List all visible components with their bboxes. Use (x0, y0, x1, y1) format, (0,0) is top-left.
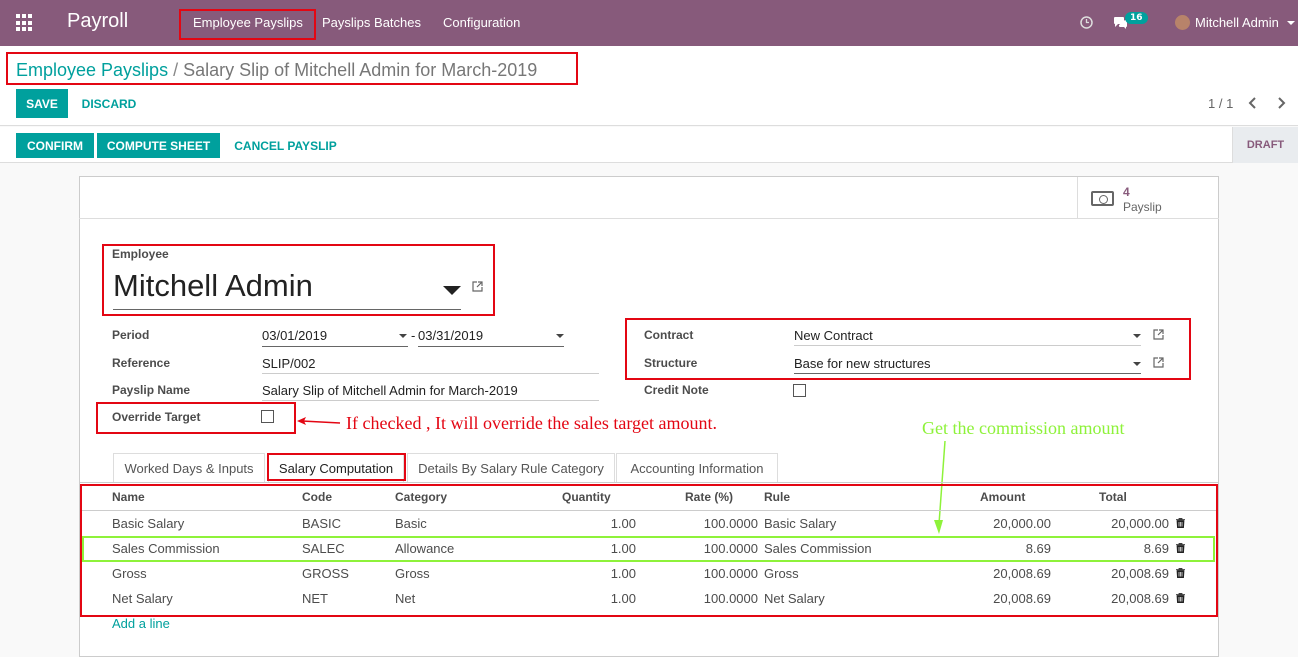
tab-worked-days[interactable]: Worked Days & Inputs (113, 453, 265, 483)
payslip-count: 4 (1123, 185, 1130, 199)
date-to-dropdown-icon[interactable] (556, 334, 564, 338)
reference-field[interactable]: SLIP/002 (262, 356, 316, 371)
date-to-field[interactable]: 03/31/2019 (418, 328, 483, 343)
app-title: Payroll (67, 10, 129, 32)
annotation-box-breadcrumb (6, 52, 578, 85)
message-count-badge: 16 (1125, 12, 1148, 24)
payslip-name-field[interactable]: Salary Slip of Mitchell Admin for March-… (262, 383, 518, 398)
money-icon (1091, 191, 1114, 206)
credit-note-checkbox[interactable] (793, 384, 806, 397)
annotation-box-contract (625, 318, 1191, 380)
annotation-box-table (80, 484, 1218, 617)
tab-details-by-category[interactable]: Details By Salary Rule Category (407, 453, 615, 483)
tabs-underline (80, 482, 1218, 483)
date-to-underline (418, 346, 564, 347)
payslip-name-label: Payslip Name (112, 383, 191, 397)
tab-accounting-information[interactable]: Accounting Information (616, 453, 778, 483)
activity-clock-icon[interactable] (1080, 16, 1093, 29)
date-from-field[interactable]: 03/01/2019 (262, 328, 327, 343)
annotation-box-tab (267, 453, 406, 481)
commission-annotation-text: Get the commission amount (922, 418, 1124, 439)
save-button[interactable]: SAVE (16, 89, 68, 118)
override-annotation-label: If checked , It will override the sales … (346, 413, 718, 433)
payslip-count-label: Payslip (1123, 200, 1162, 214)
state-draft: DRAFT (1232, 127, 1298, 163)
confirm-button[interactable]: CONFIRM (16, 133, 94, 158)
discard-button[interactable]: DISCARD (80, 89, 138, 118)
user-menu[interactable]: Mitchell Admin (1195, 15, 1279, 30)
annotation-arrow-left (297, 417, 341, 425)
cancel-payslip-button[interactable]: CANCEL PAYSLIP (228, 133, 343, 158)
annotation-box-employee (102, 244, 495, 316)
reference-underline (262, 373, 599, 374)
date-separator: - (411, 328, 416, 343)
credit-note-label: Credit Note (644, 383, 709, 397)
menu-payslips-batches[interactable]: Payslips Batches (322, 15, 421, 30)
payslip-name-underline (262, 400, 599, 401)
pager-next-icon[interactable] (1276, 97, 1286, 109)
reference-label: Reference (112, 356, 171, 370)
annotation-box-menu (179, 9, 316, 40)
override-annotation-text: If checked , It will override the sales … (346, 413, 717, 434)
pager-previous-icon[interactable] (1248, 97, 1258, 109)
menu-configuration[interactable]: Configuration (443, 15, 520, 30)
date-from-underline (262, 346, 408, 347)
user-avatar[interactable] (1175, 15, 1190, 30)
compute-sheet-button[interactable]: COMPUTE SHEET (97, 133, 220, 158)
pager-value: 1 / 1 (1208, 96, 1234, 111)
button-box (79, 176, 1219, 219)
user-menu-caret-icon[interactable] (1287, 21, 1295, 25)
apps-menu-icon[interactable] (16, 14, 34, 32)
date-from-dropdown-icon[interactable] (399, 334, 407, 338)
annotation-box-override-target (96, 402, 296, 434)
add-line-link[interactable]: Add a line (112, 616, 170, 631)
commission-annotation-label: Get the commission amount (922, 418, 1125, 438)
period-label: Period (112, 328, 150, 342)
